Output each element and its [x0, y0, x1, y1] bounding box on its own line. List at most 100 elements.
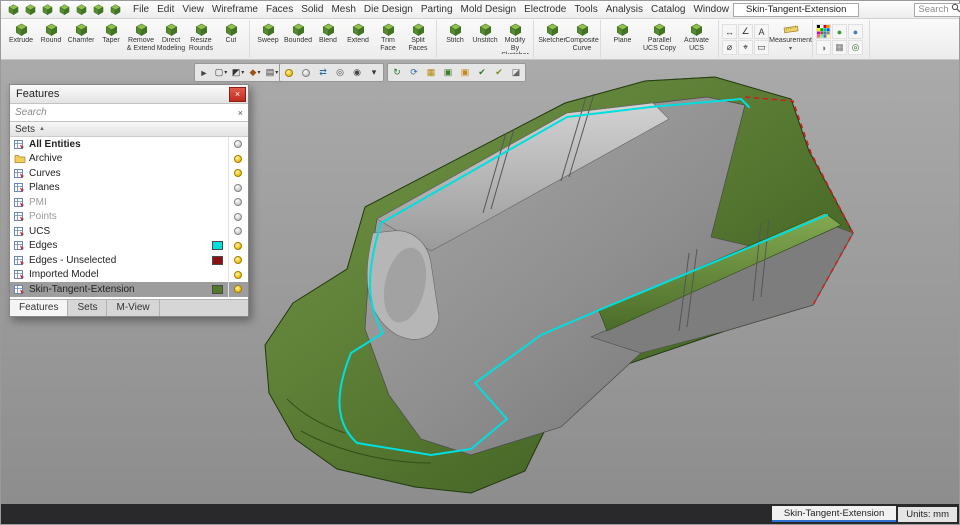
visibility-cell[interactable] [228, 253, 246, 268]
redo-icon[interactable] [73, 2, 89, 17]
round-button[interactable]: Round [36, 21, 66, 45]
help-icon[interactable] [107, 2, 123, 17]
menu-edit[interactable]: Edit [153, 3, 178, 16]
text-icon[interactable]: A [754, 24, 769, 39]
set-row-curves[interactable]: Curves [10, 166, 248, 181]
refresh-icon[interactable]: ↻ [389, 65, 405, 80]
grid-display-icon[interactable]: ▦ [832, 40, 847, 55]
sketcher-button[interactable]: Sketcher [537, 21, 567, 45]
wireframe-mode-icon[interactable]: ▦ [423, 65, 439, 80]
visibility-bulb-icon[interactable] [234, 227, 242, 235]
new-file-icon[interactable] [5, 2, 21, 17]
isolate-icon[interactable]: ◎ [332, 65, 348, 80]
menu-electrode[interactable]: Electrode [520, 3, 570, 16]
visibility-bulb-icon[interactable] [234, 213, 242, 221]
set-row-skin-tangent-extension[interactable]: Skin-Tangent-Extension [10, 282, 248, 297]
panel-search-input[interactable]: Search × [10, 104, 248, 122]
panel-close-button[interactable]: × [229, 87, 246, 102]
menu-faces[interactable]: Faces [262, 3, 297, 16]
render-sphere-icon[interactable]: ● [848, 24, 863, 39]
resize-rounds-button[interactable]: Resize Rounds [186, 21, 216, 52]
menu-parting[interactable]: Parting [417, 3, 457, 16]
composite-curve-button[interactable]: Composite Curve [567, 21, 597, 52]
plane-button[interactable]: Plane [604, 21, 641, 45]
visibility-bulb-icon[interactable] [234, 285, 242, 293]
dim-angle-icon[interactable]: ∠ [738, 24, 753, 39]
save-icon[interactable] [39, 2, 55, 17]
verify-faces-icon[interactable]: ✔ [491, 65, 507, 80]
regen-icon[interactable]: ⟳ [406, 65, 422, 80]
tab-features[interactable]: Features [10, 300, 68, 316]
visibility-cell[interactable] [228, 268, 246, 283]
visibility-cell[interactable] [228, 195, 246, 210]
unstitch-button[interactable]: Unstitch [470, 21, 500, 45]
edge-filter-icon[interactable]: ◆▾ [247, 65, 263, 80]
modify-by-sketcher-button[interactable]: Modify By Sketcher [500, 21, 530, 54]
dim-center-icon[interactable]: ⌖ [738, 40, 753, 55]
chamfer-button[interactable]: Chamfer [66, 21, 96, 45]
menu-tools[interactable]: Tools [570, 3, 601, 16]
visibility-cell[interactable] [228, 181, 246, 196]
visibility-bulb-icon[interactable] [234, 198, 242, 206]
swap-visibility-icon[interactable]: ⇄ [315, 65, 331, 80]
face-filter-icon[interactable]: ◩▾ [230, 65, 246, 80]
color-swatch[interactable] [212, 256, 223, 265]
verify-geometry-icon[interactable]: ✔ [474, 65, 490, 80]
set-row-imported-model[interactable]: Imported Model [10, 268, 248, 283]
tab-m-view[interactable]: M-View [107, 300, 159, 316]
dim-linear-icon[interactable]: ↔ [722, 24, 737, 39]
dim-box-icon[interactable]: ▭ [754, 40, 769, 55]
menu-view[interactable]: View [178, 3, 208, 16]
open-file-icon[interactable] [22, 2, 38, 17]
color-swatch[interactable] [212, 285, 223, 294]
bounded-button[interactable]: Bounded [283, 21, 313, 45]
visibility-cell[interactable] [228, 239, 246, 254]
set-row-edges-unselected[interactable]: Edges - Unselected [10, 253, 248, 268]
undo-icon[interactable] [56, 2, 72, 17]
extend-button[interactable]: Extend [343, 21, 373, 45]
taper-button[interactable]: Taper [96, 21, 126, 45]
hide-entity-icon[interactable] [298, 65, 314, 80]
show-entity-icon[interactable] [281, 65, 297, 80]
color-swatch[interactable] [212, 241, 223, 250]
activate-ucs-button[interactable]: Activate UCS [678, 21, 715, 52]
layer-filter-icon[interactable]: ▤▾ [264, 65, 280, 80]
sweep-button[interactable]: Sweep [253, 21, 283, 45]
set-row-ucs[interactable]: UCS [10, 224, 248, 239]
visibility-bulb-icon[interactable] [234, 140, 242, 148]
print-icon[interactable] [90, 2, 106, 17]
visibility-bulb-icon[interactable] [234, 271, 242, 279]
visibility-bulb-icon[interactable] [234, 256, 242, 264]
eye-icon[interactable]: ◉ [349, 65, 365, 80]
menu-analysis[interactable]: Analysis [602, 3, 647, 16]
search-icon[interactable] [951, 3, 960, 16]
set-row-edges[interactable]: Edges [10, 239, 248, 254]
visibility-cell[interactable] [228, 152, 246, 167]
set-row-planes[interactable]: Planes [10, 181, 248, 196]
parallel-ucs-copy-button[interactable]: Parallel UCS Copy [641, 21, 678, 52]
dim-diameter-icon[interactable]: ⌀ [722, 40, 737, 55]
section-view-icon[interactable]: ◪ [508, 65, 524, 80]
half-section-icon[interactable]: ◑ [816, 40, 831, 55]
visibility-cell[interactable] [228, 282, 246, 297]
shaded-mode-icon[interactable]: ▣ [440, 65, 456, 80]
visibility-cell[interactable] [228, 224, 246, 239]
quick-render-icon[interactable]: ▣ [457, 65, 473, 80]
pick-arrow-icon[interactable]: ► [196, 65, 212, 80]
menu-die-design[interactable]: Die Design [360, 3, 417, 16]
menu-solid[interactable]: Solid [297, 3, 327, 16]
menu-mold-design[interactable]: Mold Design [457, 3, 521, 16]
set-row-points[interactable]: Points [10, 210, 248, 225]
menu-mesh[interactable]: Mesh [327, 3, 359, 16]
set-row-archive[interactable]: Archive [10, 152, 248, 167]
stitch-button[interactable]: Stitch [440, 21, 470, 45]
zoom-display-icon[interactable]: ◎ [848, 40, 863, 55]
set-row-pmi[interactable]: PMI [10, 195, 248, 210]
entity-filter-icon[interactable]: ▢▾ [213, 65, 229, 80]
color-palette-icon[interactable] [816, 24, 831, 39]
measurement-button[interactable]: Measurement▾ [772, 21, 809, 52]
visibility-more-icon[interactable]: ▾ [366, 65, 382, 80]
split-faces-button[interactable]: Split Faces [403, 21, 433, 52]
visibility-bulb-icon[interactable] [234, 184, 242, 192]
visibility-cell[interactable] [228, 166, 246, 181]
